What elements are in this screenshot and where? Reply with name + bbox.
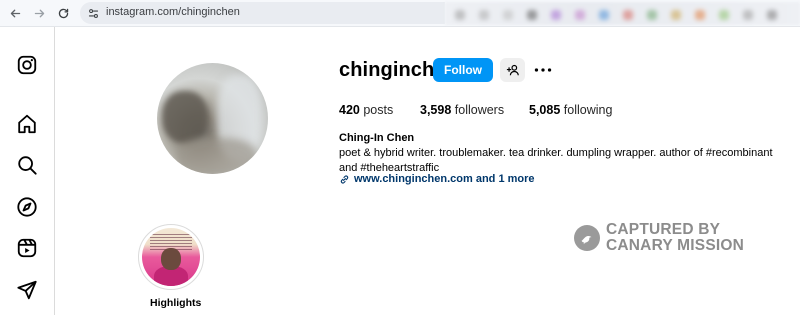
follow-button[interactable]: Follow [433,58,493,82]
watermark-line-2: CANARY MISSION [606,237,745,254]
followers-stat[interactable]: 3,598 followers [420,103,504,117]
direct-messages-icon[interactable] [15,278,39,302]
explore-icon[interactable] [15,195,39,219]
watermark: CAPTURED BY CANARY MISSION [574,222,744,254]
add-user-icon [506,64,519,76]
instagram-logo-icon[interactable] [15,53,39,77]
site-settings-icon[interactable] [84,4,102,22]
profile-avatar[interactable] [157,63,268,174]
arrow-right-icon[interactable] [30,4,48,22]
story-highlight[interactable] [138,224,204,290]
posts-label: posts [363,103,394,117]
canary-logo-icon [574,225,600,251]
blurred-extensions-area [445,2,800,25]
highlight-cover-image[interactable] [142,228,200,286]
profile-link[interactable]: www.chinginchen.com and 1 more [339,173,535,185]
followers-count[interactable]: 3,598 [420,103,451,117]
more-options-button[interactable] [532,60,554,80]
highlight-label[interactable]: Highlights [150,297,201,309]
home-icon[interactable] [15,112,39,136]
browser-toolbar: instagram.com/chinginchen [0,0,800,27]
suggested-accounts-button[interactable] [500,58,525,82]
posts-stat: 420 posts [339,103,393,117]
profile-full-name: Ching-In Chen [339,132,415,144]
left-sidebar [0,27,55,315]
profile-link-text[interactable]: www.chinginchen.com and 1 more [354,173,535,185]
search-icon[interactable] [15,153,39,177]
reload-icon[interactable] [54,4,72,22]
following-stat[interactable]: 5,085 following [529,103,612,117]
posts-count: 420 [339,103,360,117]
watermark-text: CAPTURED BY CANARY MISSION [606,222,744,254]
following-count[interactable]: 5,085 [529,103,560,117]
link-icon [340,174,349,184]
watermark-line-1: CAPTURED BY [606,221,721,238]
more-dots-icon [534,68,552,72]
arrow-left-icon[interactable] [6,4,24,22]
followers-label[interactable]: followers [455,103,504,117]
url-text[interactable]: instagram.com/chinginchen [106,6,240,18]
reels-icon[interactable] [15,236,39,260]
profile-bio: poet & hybrid writer. troublemaker. tea … [339,147,773,174]
following-label[interactable]: following [564,103,613,117]
